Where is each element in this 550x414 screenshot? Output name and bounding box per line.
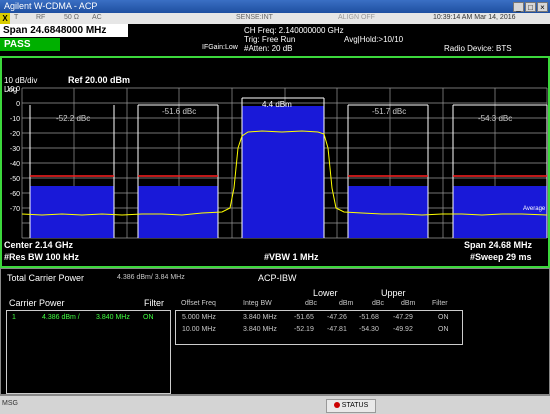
- average-label: Average: [523, 206, 546, 212]
- ch-freq-label: CH Freq: 2.140000000 GHz: [244, 26, 344, 35]
- status-item: RF: [36, 14, 46, 21]
- status-item: 50 Ω: [64, 14, 79, 21]
- datetime: 10:39:14 AM Mar 14, 2016: [433, 14, 516, 21]
- y-tick-label: -70: [10, 206, 20, 213]
- y-tick-label: -40: [10, 161, 20, 168]
- carrier-bw-value: 3.840 MHz: [96, 314, 130, 321]
- center-freq-label: Center 2.14 GHz: [4, 240, 74, 250]
- span-label: Span 24.68 MHz: [464, 240, 533, 250]
- trig-label: Trig: Free Run: [244, 35, 296, 44]
- table-cell: 10.00 MHz: [182, 326, 216, 333]
- y-tick-label: -50: [10, 176, 20, 183]
- status-item: SENSE:INT: [236, 14, 273, 21]
- y-tick-label: -20: [10, 131, 20, 138]
- column-header: dBc: [305, 300, 318, 307]
- table-cell: -47.26: [327, 314, 347, 321]
- table-cell: ON: [438, 314, 449, 321]
- message-bar: MSG STATUS: [0, 395, 550, 414]
- offset-dbc-label: -52.2 dBc: [56, 114, 91, 123]
- table-cell: -47.81: [327, 326, 347, 333]
- carrier-power-annotation: 4.4 dBm: [262, 100, 292, 109]
- carrier-power-value: 4.386 dBm /: [42, 314, 80, 321]
- scale-label: 10 dB/div: [4, 76, 38, 85]
- column-header: dBm: [339, 300, 354, 307]
- offset-dbc-label: -51.7 dBc: [372, 107, 407, 116]
- table-cell: -52.19: [294, 326, 314, 333]
- band-lower-1: [138, 186, 218, 238]
- offset-dbc-label: -51.6 dBc: [162, 107, 197, 116]
- band-upper-1: [348, 186, 428, 238]
- span-display[interactable]: Span 24.6848000 MHz: [0, 24, 128, 37]
- status-item: T: [14, 14, 19, 21]
- carrier-number: 1: [12, 314, 16, 321]
- sweep-label: #Sweep 29 ms: [470, 252, 532, 262]
- table-cell: -54.30: [359, 326, 379, 333]
- results-panel: Total Carrier Power 4.386 dBm/ 3.84 MHz …: [0, 268, 550, 395]
- close-button[interactable]: ×: [537, 2, 548, 12]
- lower-label: Lower: [313, 288, 338, 298]
- y-tick-label: -60: [10, 191, 20, 198]
- carrier-filter-value: ON: [143, 314, 154, 321]
- x-close-icon[interactable]: X: [0, 13, 10, 24]
- minimize-button[interactable]: _: [513, 2, 524, 12]
- upper-label: Upper: [381, 288, 406, 298]
- band-carrier: [242, 106, 324, 238]
- avg-hold-label: Avg|Hold:>10/10: [344, 35, 404, 44]
- atten-label: #Atten: 20 dB: [244, 44, 293, 53]
- msg-label: MSG: [2, 400, 18, 407]
- band-upper-2: [453, 186, 547, 238]
- total-carrier-power-value: 4.386 dBm/ 3.84 MHz: [117, 274, 185, 281]
- table-cell: 3.840 MHz: [243, 326, 277, 333]
- status-button-label: STATUS: [341, 402, 369, 409]
- window-title: Agilent W-CDMA - ACP: [4, 1, 98, 11]
- total-carrier-power-label: Total Carrier Power: [7, 273, 85, 283]
- y-tick-label: -30: [10, 146, 20, 153]
- title-bar: Agilent W-CDMA - ACP _ □ ×: [0, 0, 550, 13]
- table-cell: 3.840 MHz: [243, 314, 277, 321]
- maximize-button[interactable]: □: [525, 2, 536, 12]
- status-icon: [333, 402, 340, 409]
- spectrum-display[interactable]: 10.0 0 -10 -20 -30 -40 -50 -60 -70 10 dB…: [0, 56, 550, 268]
- column-header: Integ BW: [243, 300, 272, 307]
- y-tick-label: 0: [16, 101, 20, 108]
- res-bw-label: #Res BW 100 kHz: [4, 252, 80, 262]
- table-cell: ON: [438, 326, 449, 333]
- table-cell: -51.68: [359, 314, 379, 321]
- carrier-power-label: Carrier Power: [9, 298, 65, 308]
- status-item: AC: [92, 14, 102, 21]
- pass-badge: PASS: [0, 38, 60, 51]
- table-cell: -51.65: [294, 314, 314, 321]
- table-cell: -47.29: [393, 314, 413, 321]
- offset-table: 5.000 MHz 3.840 MHz -51.65 -47.26 -51.68…: [175, 310, 463, 345]
- carrier-power-box: 1 4.386 dBm / 3.840 MHz ON: [6, 310, 171, 394]
- offset-dbc-label: -54.3 dBc: [478, 114, 513, 123]
- ifgain-label: IFGain:Low: [202, 44, 238, 51]
- y-tick-label: -10: [10, 116, 20, 123]
- radio-device-label: Radio Device: BTS: [444, 44, 512, 53]
- ref-level-label: Ref 20.00 dBm: [68, 75, 131, 85]
- status-item: ALIGN OFF: [338, 14, 375, 21]
- column-header: Offset Freq: [181, 300, 216, 307]
- column-header: Filter: [432, 300, 448, 307]
- mode-label: ACP-IBW: [258, 273, 297, 283]
- table-cell: 5.000 MHz: [182, 314, 216, 321]
- filter-label: Filter: [144, 298, 164, 308]
- log-label: Log: [4, 85, 18, 94]
- band-lower-2: [30, 186, 114, 238]
- column-header: dBc: [372, 300, 385, 307]
- table-cell: -49.92: [393, 326, 413, 333]
- status-button[interactable]: STATUS: [326, 399, 376, 413]
- spectrum-svg: 10.0 0 -10 -20 -30 -40 -50 -60 -70: [6, 86, 548, 239]
- column-header: dBm: [401, 300, 416, 307]
- vbw-label: #VBW 1 MHz: [264, 252, 319, 262]
